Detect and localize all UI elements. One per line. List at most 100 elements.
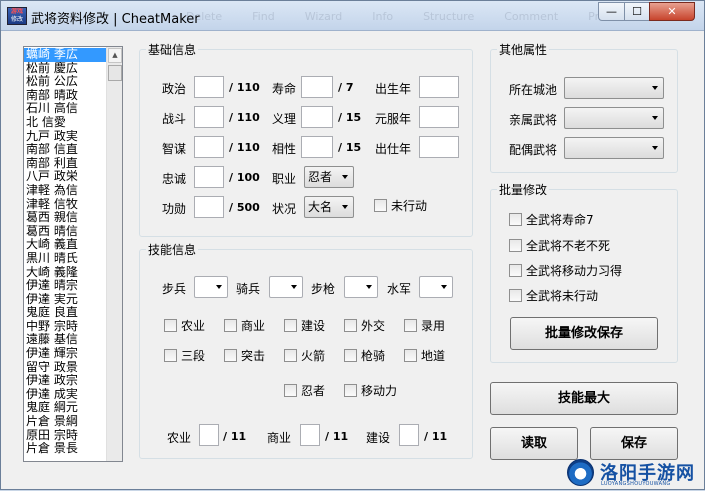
title-bar[interactable]: 游戏 修改 武将资料修改 | CheatMaker Delete Find Wiza…	[1, 1, 704, 31]
service-year-input[interactable]	[419, 136, 459, 158]
skill-charge-checkbox[interactable]: 突击	[224, 349, 265, 365]
general-list-item[interactable]: 伊達 政宗	[24, 374, 108, 388]
general-list-item[interactable]: 津軽 為信	[24, 184, 108, 198]
scroll-up-icon[interactable]: ▲	[108, 48, 122, 63]
cavalry-select[interactable]	[269, 276, 303, 298]
batch-immortal-checkbox[interactable]: 全武将不老不死	[509, 239, 610, 255]
loyalty-input[interactable]	[194, 166, 224, 188]
not-acted-checkbox[interactable]: 未行动	[374, 199, 427, 215]
lifespan-input[interactable]	[301, 76, 333, 98]
batch-lifespan-checkbox[interactable]: 全武将寿命7	[509, 213, 594, 229]
skill-gun-cavalry-checkbox[interactable]: 枪骑	[344, 349, 385, 365]
job-label: 职业	[272, 172, 297, 186]
commerce-level-max: / 11	[325, 430, 349, 443]
save-button[interactable]: 保存	[590, 427, 678, 460]
minimize-button[interactable]: —	[598, 2, 625, 21]
general-list-item[interactable]: 九戸 政実	[24, 130, 108, 144]
max-skills-button[interactable]: 技能最大	[490, 382, 678, 415]
city-select[interactable]	[564, 77, 664, 99]
merit-input[interactable]	[194, 196, 224, 218]
general-list-item[interactable]: 津軽 信牧	[24, 198, 108, 212]
general-list-item[interactable]: 八戸 政栄	[24, 170, 108, 184]
general-list-item[interactable]: 伊達 晴宗	[24, 279, 108, 293]
spouse-select[interactable]	[564, 137, 664, 159]
general-listbox[interactable]: 蠣崎 季広 松前 慶広 松前 公広 南部 晴政 石川 高信北 信愛 九戸 政実 南部 信直南…	[23, 46, 123, 462]
general-list-item[interactable]: 大崎 義直	[24, 238, 108, 252]
job-select[interactable]: 忍者	[304, 166, 354, 188]
skill-three-volley-checkbox[interactable]: 三段	[164, 349, 205, 365]
infantry-select[interactable]	[194, 276, 228, 298]
general-list-item[interactable]: 原田 宗時	[24, 429, 108, 443]
commerce-level-input[interactable]	[300, 424, 320, 446]
politics-max: / 110	[229, 81, 260, 94]
skill-fire-arrow-checkbox[interactable]: 火箭	[284, 349, 325, 365]
relative-select[interactable]	[564, 107, 664, 129]
skill-diplomacy-checkbox[interactable]: 外交	[344, 319, 385, 335]
coming-of-age-input[interactable]	[419, 106, 459, 128]
skill-commerce-checkbox[interactable]: 商业	[224, 319, 265, 335]
general-list-item[interactable]: 黒川 晴氏	[24, 252, 108, 266]
navy-select[interactable]	[419, 276, 453, 298]
status-select[interactable]: 大名	[304, 196, 354, 218]
general-list-item[interactable]: 松前 慶広	[24, 62, 108, 76]
skill-ninja-checkbox[interactable]: 忍者	[284, 384, 325, 400]
batch-mobility-checkbox[interactable]: 全武将移动力习得	[509, 264, 622, 280]
intellect-max: / 110	[229, 141, 260, 154]
skill-label: 外交	[361, 319, 386, 333]
service-year-label: 出仕年	[375, 142, 412, 156]
general-list-item[interactable]: 松前 公広	[24, 75, 108, 89]
general-list-item[interactable]: 伊達 成実	[24, 388, 108, 402]
politics-input[interactable]	[194, 76, 224, 98]
batch-save-button[interactable]: 批量修改保存	[510, 317, 658, 350]
chevron-down-icon	[652, 116, 658, 120]
skill-construction-checkbox[interactable]: 建设	[284, 319, 325, 335]
skill-recruit-checkbox[interactable]: 录用	[404, 319, 445, 335]
batch-option-label: 全武将未行动	[526, 289, 599, 303]
general-list-item[interactable]: 北 信愛	[24, 116, 108, 130]
general-list-item[interactable]: 南部 晴政	[24, 89, 108, 103]
general-list-item[interactable]: 中野 宗時	[24, 320, 108, 334]
general-list-item[interactable]: 蠣崎 季広	[24, 48, 108, 62]
general-list-item[interactable]: 留守 政景	[24, 361, 108, 375]
batch-not-acted-checkbox[interactable]: 全武将未行动	[509, 289, 598, 305]
general-list-item[interactable]: 大崎 義隆	[24, 266, 108, 280]
general-list-item[interactable]: 遠藤 基信	[24, 333, 108, 347]
construction-level-max: / 11	[424, 430, 448, 443]
battle-input[interactable]	[194, 106, 224, 128]
general-list-item[interactable]: 伊達 輝宗	[24, 347, 108, 361]
intellect-input[interactable]	[194, 136, 224, 158]
read-button[interactable]: 读取	[490, 427, 578, 460]
checkbox-box	[509, 289, 522, 302]
general-list-item[interactable]: 葛西 親信	[24, 211, 108, 225]
affinity-input[interactable]	[301, 136, 333, 158]
general-list-item[interactable]: 片倉 景長	[24, 442, 108, 456]
agriculture-level-input[interactable]	[199, 424, 219, 446]
cavalry-label: 骑兵	[236, 282, 261, 296]
chevron-down-icon	[342, 175, 348, 179]
general-list-item[interactable]: 石川 高信	[24, 102, 108, 116]
list-scrollbar[interactable]: ▲	[106, 47, 122, 461]
construction-level-input[interactable]	[399, 424, 419, 446]
general-list-item[interactable]: 南部 利直	[24, 157, 108, 171]
checkbox-box	[374, 199, 387, 212]
intellect-label: 智谋	[162, 142, 187, 156]
general-list-item[interactable]: 南部 信直	[24, 143, 108, 157]
general-list-item[interactable]: 鬼庭 良直	[24, 306, 108, 320]
skill-tunnel-checkbox[interactable]: 地道	[404, 349, 445, 365]
spear-select[interactable]	[344, 276, 378, 298]
skill-agriculture-checkbox[interactable]: 农业	[164, 319, 205, 335]
general-list-item[interactable]: 葛西 晴信	[24, 225, 108, 239]
general-list-item[interactable]: 片倉 景綱	[24, 415, 108, 429]
maximize-button[interactable]: ☐	[624, 2, 650, 21]
general-list-item[interactable]: 鬼庭 綱元	[24, 401, 108, 415]
skill-mobility-checkbox[interactable]: 移动力	[344, 384, 397, 400]
chevron-down-icon	[291, 285, 297, 289]
general-list-item[interactable]: 伊達 実元	[24, 293, 108, 307]
justice-input[interactable]	[301, 106, 333, 128]
checkbox-box	[164, 349, 177, 362]
merit-max: / 500	[229, 201, 260, 214]
birth-year-input[interactable]	[419, 76, 459, 98]
close-button[interactable]: ✕	[649, 2, 695, 21]
scroll-thumb[interactable]	[108, 65, 122, 81]
agriculture-level-max: / 11	[223, 430, 247, 443]
